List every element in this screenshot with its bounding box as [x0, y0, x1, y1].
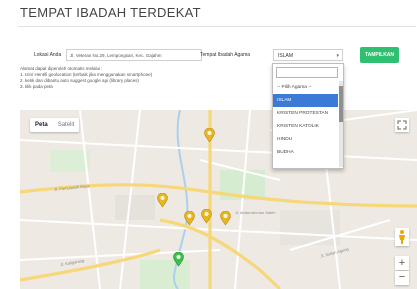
dropdown-option[interactable]: HINDU — [273, 133, 338, 146]
map-tab-peta[interactable]: Peta — [30, 118, 53, 132]
note-line: 1. Izin/ Hentifi geolocation (terbaik ji… — [20, 72, 153, 77]
dropdown-option[interactable]: ISLAM — [273, 94, 338, 107]
place-marker[interactable] — [220, 211, 231, 226]
dropdown-list: -- Pilih Agama -- ISLAM KRISTEN PROTESTA… — [273, 81, 338, 159]
map-canvas[interactable]: Jl. Pamularsih Raya Jl. Abdurrahman Sale… — [20, 110, 417, 289]
note-line: Alamat dapat diperoleh otomatis melalui … — [20, 66, 103, 71]
street-view-button[interactable] — [395, 228, 409, 246]
note-line: 2. ketik dan dibantu auto suggest google… — [20, 78, 139, 83]
note-line: 3. klik pada peta — [20, 84, 53, 89]
religion-select-value: ISLAM — [278, 53, 294, 59]
place-marker[interactable] — [201, 209, 212, 224]
map-type-control[interactable]: Peta Satelit — [30, 118, 80, 132]
zoom-in-button[interactable]: + — [395, 256, 409, 270]
fullscreen-button[interactable] — [395, 118, 409, 132]
zoom-out-button[interactable]: − — [395, 271, 409, 285]
dropdown-scroll-thumb[interactable] — [339, 86, 343, 122]
map-tab-satelit[interactable]: Satelit — [53, 118, 80, 132]
location-label: Lokasi Anda — [34, 52, 62, 58]
dropdown-option[interactable]: KRISTEN KATOLIK — [273, 120, 338, 133]
show-button[interactable]: TAMPILKAN — [360, 47, 399, 63]
religion-dropdown[interactable]: -- Pilih Agama -- ISLAM KRISTEN PROTESTA… — [272, 63, 344, 169]
chevron-down-icon: ▾ — [336, 53, 339, 59]
place-marker[interactable] — [204, 128, 215, 143]
user-location-marker[interactable] — [173, 252, 184, 267]
religion-select[interactable]: ISLAM ▾ — [273, 49, 343, 61]
dropdown-option[interactable]: BUDHA — [273, 146, 338, 159]
fullscreen-icon — [397, 120, 407, 130]
street-label: Jl. Abdurrahman Saleh — [235, 210, 276, 215]
dropdown-option[interactable]: -- Pilih Agama -- — [273, 81, 338, 94]
dropdown-option[interactable]: KRISTEN PROTESTAN — [273, 107, 338, 120]
location-input[interactable] — [66, 49, 202, 61]
place-marker[interactable] — [184, 211, 195, 226]
dropdown-search-input[interactable] — [276, 67, 338, 78]
place-marker[interactable] — [157, 193, 168, 208]
page-title: TEMPAT IBADAH TERDEKAT — [20, 5, 201, 20]
title-divider — [18, 26, 416, 27]
religion-label: Tempat Ibadah Agama — [200, 52, 251, 58]
pegman-icon — [399, 230, 405, 244]
